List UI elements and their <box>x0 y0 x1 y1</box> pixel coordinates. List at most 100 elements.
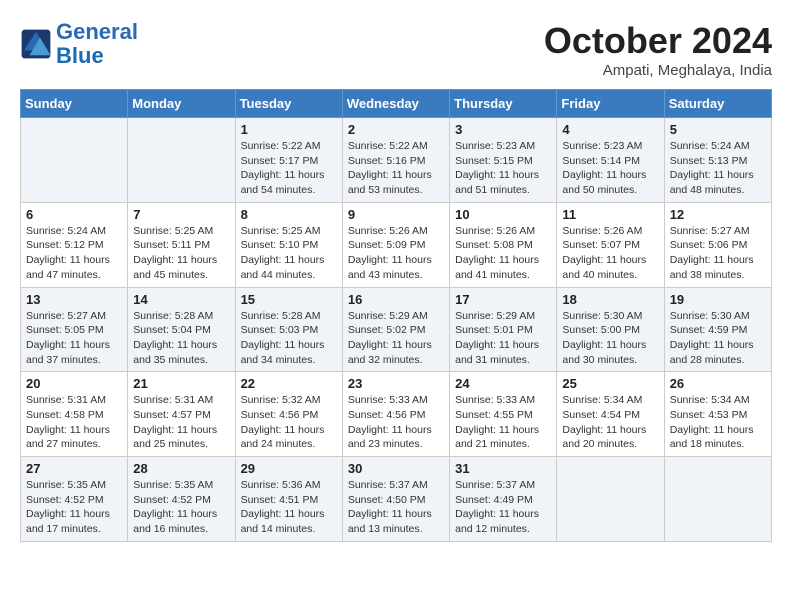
day-number: 26 <box>670 376 766 391</box>
day-info: Sunrise: 5:24 AM Sunset: 5:12 PM Dayligh… <box>26 224 122 283</box>
day-number: 6 <box>26 207 122 222</box>
day-cell: 28 Sunrise: 5:35 AM Sunset: 4:52 PM Dayli… <box>128 457 235 542</box>
day-number: 4 <box>562 122 658 137</box>
day-info: Sunrise: 5:37 AM Sunset: 4:50 PM Dayligh… <box>348 478 444 537</box>
month-title: October 2024 <box>544 20 772 62</box>
location: Ampati, Meghalaya, India <box>544 62 772 79</box>
calendar-table: SundayMondayTuesdayWednesdayThursdayFrid… <box>20 89 772 542</box>
day-cell: 31 Sunrise: 5:37 AM Sunset: 4:49 PM Dayli… <box>450 457 557 542</box>
week-row-3: 13 Sunrise: 5:27 AM Sunset: 5:05 PM Dayli… <box>21 287 772 372</box>
day-number: 21 <box>133 376 229 391</box>
day-number: 28 <box>133 461 229 476</box>
day-cell: 10 Sunrise: 5:26 AM Sunset: 5:08 PM Dayli… <box>450 202 557 287</box>
day-info: Sunrise: 5:31 AM Sunset: 4:58 PM Dayligh… <box>26 393 122 452</box>
day-info: Sunrise: 5:22 AM Sunset: 5:17 PM Dayligh… <box>241 139 337 198</box>
day-cell: 14Sunrise: 5:28 AM Sunset: 5:04 PM Dayli… <box>128 287 235 372</box>
day-cell: 24Sunrise: 5:33 AM Sunset: 4:55 PM Dayli… <box>450 372 557 457</box>
day-info: Sunrise: 5:34 AM Sunset: 4:54 PM Dayligh… <box>562 393 658 452</box>
day-cell: 17 Sunrise: 5:29 AM Sunset: 5:01 PM Dayli… <box>450 287 557 372</box>
header-monday: Monday <box>128 90 235 118</box>
day-cell: 30 Sunrise: 5:37 AM Sunset: 4:50 PM Dayli… <box>342 457 449 542</box>
page-header: General Blue October 2024 Ampati, Meghal… <box>20 20 772 79</box>
day-number: 8 <box>241 207 337 222</box>
day-cell: 25 Sunrise: 5:34 AM Sunset: 4:54 PM Dayli… <box>557 372 664 457</box>
day-number: 29 <box>241 461 337 476</box>
day-number: 27 <box>26 461 122 476</box>
logo-icon <box>20 28 52 60</box>
day-info: Sunrise: 5:27 AM Sunset: 5:05 PM Dayligh… <box>26 309 122 368</box>
logo: General Blue <box>20 20 138 68</box>
day-cell: 6 Sunrise: 5:24 AM Sunset: 5:12 PM Daylig… <box>21 202 128 287</box>
day-info: Sunrise: 5:36 AM Sunset: 4:51 PM Dayligh… <box>241 478 337 537</box>
day-info: Sunrise: 5:23 AM Sunset: 5:14 PM Dayligh… <box>562 139 658 198</box>
day-cell: 15Sunrise: 5:28 AM Sunset: 5:03 PM Dayli… <box>235 287 342 372</box>
header-saturday: Saturday <box>664 90 771 118</box>
day-info: Sunrise: 5:27 AM Sunset: 5:06 PM Dayligh… <box>670 224 766 283</box>
day-info: Sunrise: 5:26 AM Sunset: 5:08 PM Dayligh… <box>455 224 551 283</box>
day-number: 30 <box>348 461 444 476</box>
calendar-header-row: SundayMondayTuesdayWednesdayThursdayFrid… <box>21 90 772 118</box>
day-cell: 1Sunrise: 5:22 AM Sunset: 5:17 PM Daylig… <box>235 118 342 203</box>
day-cell: 27 Sunrise: 5:35 AM Sunset: 4:52 PM Dayli… <box>21 457 128 542</box>
day-cell: 19 Sunrise: 5:30 AM Sunset: 4:59 PM Dayli… <box>664 287 771 372</box>
day-info: Sunrise: 5:22 AM Sunset: 5:16 PM Dayligh… <box>348 139 444 198</box>
day-info: Sunrise: 5:35 AM Sunset: 4:52 PM Dayligh… <box>133 478 229 537</box>
day-info: Sunrise: 5:31 AM Sunset: 4:57 PM Dayligh… <box>133 393 229 452</box>
day-number: 14 <box>133 292 229 307</box>
title-block: October 2024 Ampati, Meghalaya, India <box>544 20 772 79</box>
logo-text: General Blue <box>56 20 138 68</box>
day-number: 17 <box>455 292 551 307</box>
day-cell <box>128 118 235 203</box>
day-cell: 2Sunrise: 5:22 AM Sunset: 5:16 PM Daylig… <box>342 118 449 203</box>
day-cell: 12 Sunrise: 5:27 AM Sunset: 5:06 PM Dayli… <box>664 202 771 287</box>
day-number: 18 <box>562 292 658 307</box>
week-row-4: 20 Sunrise: 5:31 AM Sunset: 4:58 PM Dayli… <box>21 372 772 457</box>
day-number: 5 <box>670 122 766 137</box>
day-number: 31 <box>455 461 551 476</box>
day-cell: 26 Sunrise: 5:34 AM Sunset: 4:53 PM Dayli… <box>664 372 771 457</box>
day-cell <box>664 457 771 542</box>
day-info: Sunrise: 5:26 AM Sunset: 5:09 PM Dayligh… <box>348 224 444 283</box>
day-number: 16 <box>348 292 444 307</box>
day-number: 10 <box>455 207 551 222</box>
day-info: Sunrise: 5:34 AM Sunset: 4:53 PM Dayligh… <box>670 393 766 452</box>
day-number: 20 <box>26 376 122 391</box>
day-number: 19 <box>670 292 766 307</box>
day-info: Sunrise: 5:35 AM Sunset: 4:52 PM Dayligh… <box>26 478 122 537</box>
day-number: 25 <box>562 376 658 391</box>
day-cell: 20 Sunrise: 5:31 AM Sunset: 4:58 PM Dayli… <box>21 372 128 457</box>
header-tuesday: Tuesday <box>235 90 342 118</box>
day-number: 9 <box>348 207 444 222</box>
day-cell: 18Sunrise: 5:30 AM Sunset: 5:00 PM Dayli… <box>557 287 664 372</box>
header-sunday: Sunday <box>21 90 128 118</box>
day-cell: 23Sunrise: 5:33 AM Sunset: 4:56 PM Dayli… <box>342 372 449 457</box>
day-info: Sunrise: 5:33 AM Sunset: 4:56 PM Dayligh… <box>348 393 444 452</box>
header-wednesday: Wednesday <box>342 90 449 118</box>
day-info: Sunrise: 5:32 AM Sunset: 4:56 PM Dayligh… <box>241 393 337 452</box>
day-info: Sunrise: 5:25 AM Sunset: 5:10 PM Dayligh… <box>241 224 337 283</box>
day-cell: 11Sunrise: 5:26 AM Sunset: 5:07 PM Dayli… <box>557 202 664 287</box>
day-cell: 4 Sunrise: 5:23 AM Sunset: 5:14 PM Daylig… <box>557 118 664 203</box>
day-number: 12 <box>670 207 766 222</box>
day-number: 7 <box>133 207 229 222</box>
day-number: 11 <box>562 207 658 222</box>
day-info: Sunrise: 5:37 AM Sunset: 4:49 PM Dayligh… <box>455 478 551 537</box>
header-thursday: Thursday <box>450 90 557 118</box>
day-info: Sunrise: 5:23 AM Sunset: 5:15 PM Dayligh… <box>455 139 551 198</box>
day-number: 24 <box>455 376 551 391</box>
day-cell: 13 Sunrise: 5:27 AM Sunset: 5:05 PM Dayli… <box>21 287 128 372</box>
day-number: 3 <box>455 122 551 137</box>
day-cell: 21 Sunrise: 5:31 AM Sunset: 4:57 PM Dayli… <box>128 372 235 457</box>
day-info: Sunrise: 5:29 AM Sunset: 5:01 PM Dayligh… <box>455 309 551 368</box>
day-cell <box>21 118 128 203</box>
day-cell: 8 Sunrise: 5:25 AM Sunset: 5:10 PM Daylig… <box>235 202 342 287</box>
week-row-5: 27 Sunrise: 5:35 AM Sunset: 4:52 PM Dayli… <box>21 457 772 542</box>
day-cell: 7Sunrise: 5:25 AM Sunset: 5:11 PM Daylig… <box>128 202 235 287</box>
day-cell: 29 Sunrise: 5:36 AM Sunset: 4:51 PM Dayli… <box>235 457 342 542</box>
day-number: 13 <box>26 292 122 307</box>
day-number: 22 <box>241 376 337 391</box>
day-info: Sunrise: 5:30 AM Sunset: 4:59 PM Dayligh… <box>670 309 766 368</box>
day-cell: 5Sunrise: 5:24 AM Sunset: 5:13 PM Daylig… <box>664 118 771 203</box>
day-info: Sunrise: 5:29 AM Sunset: 5:02 PM Dayligh… <box>348 309 444 368</box>
day-cell <box>557 457 664 542</box>
